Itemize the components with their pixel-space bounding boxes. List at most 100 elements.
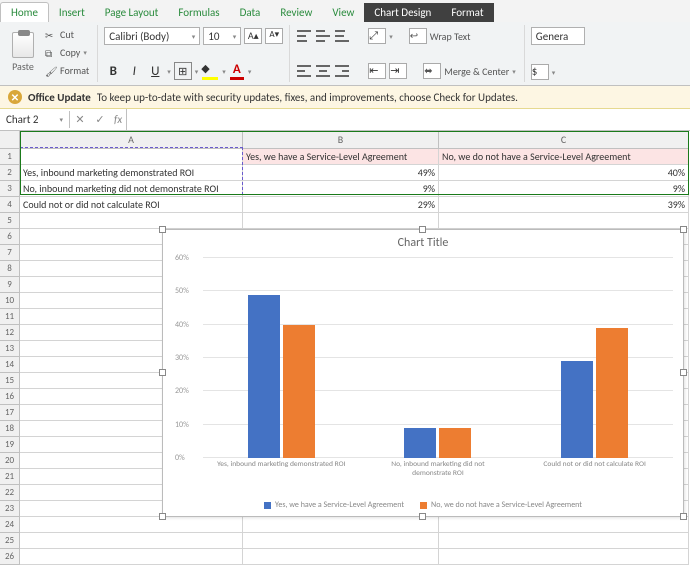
row-header-7[interactable]: 7 — [0, 245, 20, 261]
tab-view[interactable]: View — [322, 3, 364, 22]
chart-title[interactable]: Chart Title — [163, 230, 683, 254]
bar[interactable] — [439, 428, 471, 458]
align-bottom-button[interactable] — [334, 29, 350, 43]
tab-page-layout[interactable]: Page Layout — [95, 3, 169, 22]
wrap-text-button[interactable]: ↩Wrap Text — [407, 27, 473, 45]
resize-handle-nw[interactable] — [159, 226, 166, 233]
confirm-formula-button[interactable]: ✓ — [90, 113, 110, 126]
col-header-b[interactable]: B — [243, 131, 439, 149]
row-header-25[interactable]: 25 — [0, 533, 20, 549]
tab-chart-design[interactable]: Chart Design — [364, 3, 441, 22]
close-notice-button[interactable]: ✕ — [8, 90, 22, 104]
tab-data[interactable]: Data — [230, 3, 271, 22]
fill-color-button[interactable]: ◆ — [201, 62, 219, 80]
align-middle-button[interactable] — [315, 29, 331, 43]
paste-button[interactable]: Paste — [6, 32, 40, 73]
row-header-8[interactable]: 8 — [0, 261, 20, 277]
bold-button[interactable]: B — [104, 64, 122, 79]
row-header-21[interactable]: 21 — [0, 469, 20, 485]
row-header-15[interactable]: 15 — [0, 373, 20, 389]
resize-handle-e[interactable] — [680, 369, 687, 376]
font-name-select[interactable]: Calibri (Body)▾ — [104, 27, 200, 45]
cell[interactable]: 9% — [439, 181, 689, 197]
format-painter-button[interactable]: 🖌Format — [43, 63, 91, 78]
resize-handle-s[interactable] — [419, 513, 426, 520]
row-header-23[interactable]: 23 — [0, 501, 20, 517]
row-header-24[interactable]: 24 — [0, 517, 20, 533]
row-header-2[interactable]: 2 — [0, 165, 20, 181]
row-header-19[interactable]: 19 — [0, 437, 20, 453]
row-header-14[interactable]: 14 — [0, 357, 20, 373]
bar[interactable] — [596, 328, 628, 458]
bar[interactable] — [561, 361, 593, 458]
cancel-formula-button[interactable]: ✕ — [70, 113, 90, 126]
cell[interactable]: Could not or did not calculate ROI — [20, 197, 243, 213]
bar[interactable] — [404, 428, 436, 458]
cell[interactable] — [20, 213, 243, 229]
bar[interactable] — [248, 295, 280, 458]
decrease-indent-button[interactable]: ⇤ — [368, 63, 386, 79]
cell[interactable] — [20, 533, 243, 549]
row-header-18[interactable]: 18 — [0, 421, 20, 437]
name-box[interactable]: Chart 2▾ — [0, 111, 70, 128]
cell[interactable]: No, inbound marketing did not demonstrat… — [20, 181, 243, 197]
cell[interactable] — [439, 213, 689, 229]
row-header-10[interactable]: 10 — [0, 293, 20, 309]
cell[interactable]: 40% — [439, 165, 689, 181]
resize-handle-sw[interactable] — [159, 513, 166, 520]
tab-format[interactable]: Format — [441, 3, 493, 22]
row-header-3[interactable]: 3 — [0, 181, 20, 197]
cell[interactable]: No, we do not have a Service-Level Agree… — [439, 149, 689, 165]
decrease-font-button[interactable]: A▾ — [265, 28, 283, 44]
col-header-a[interactable]: A — [20, 131, 243, 149]
row-header-26[interactable]: 26 — [0, 549, 20, 565]
cell[interactable] — [243, 533, 439, 549]
resize-handle-ne[interactable] — [680, 226, 687, 233]
col-header-c[interactable]: C — [439, 131, 689, 149]
increase-indent-button[interactable]: ⇥ — [389, 63, 407, 79]
italic-button[interactable]: I — [125, 64, 143, 79]
resize-handle-se[interactable] — [680, 513, 687, 520]
row-header-16[interactable]: 16 — [0, 389, 20, 405]
formula-bar[interactable] — [126, 109, 690, 130]
resize-handle-n[interactable] — [419, 226, 426, 233]
row-header-9[interactable]: 9 — [0, 277, 20, 293]
cell[interactable] — [20, 549, 243, 565]
cell[interactable]: 39% — [439, 197, 689, 213]
cell[interactable] — [243, 549, 439, 565]
border-button[interactable]: ⊞ — [174, 62, 192, 80]
font-color-button[interactable]: A — [229, 62, 245, 80]
align-left-button[interactable] — [296, 64, 312, 78]
row-header-1[interactable]: 1 — [0, 149, 20, 165]
cell[interactable] — [439, 517, 689, 533]
row-header-5[interactable]: 5 — [0, 213, 20, 229]
cut-button[interactable]: ✂Cut — [43, 27, 91, 42]
tab-formulas[interactable]: Formulas — [168, 3, 229, 22]
increase-font-button[interactable]: A▴ — [244, 28, 262, 44]
align-top-button[interactable] — [296, 29, 312, 43]
row-header-12[interactable]: 12 — [0, 325, 20, 341]
cell[interactable]: 49% — [243, 165, 439, 181]
align-center-button[interactable] — [315, 64, 331, 78]
select-all-corner[interactable] — [0, 131, 20, 149]
cell[interactable]: Yes, we have a Service-Level Agreement — [243, 149, 439, 165]
cell[interactable] — [243, 213, 439, 229]
row-header-6[interactable]: 6 — [0, 229, 20, 245]
orientation-button[interactable]: ⤢ — [368, 28, 386, 44]
tab-insert[interactable]: Insert — [49, 3, 95, 22]
align-right-button[interactable] — [334, 64, 350, 78]
row-header-13[interactable]: 13 — [0, 341, 20, 357]
row-header-17[interactable]: 17 — [0, 405, 20, 421]
cell[interactable] — [20, 517, 243, 533]
bar[interactable] — [283, 325, 315, 458]
cell[interactable] — [439, 533, 689, 549]
tab-home[interactable]: Home — [0, 2, 49, 22]
row-header-4[interactable]: 4 — [0, 197, 20, 213]
currency-button[interactable]: $ — [531, 64, 549, 80]
cell[interactable] — [439, 549, 689, 565]
font-size-select[interactable]: 10▾ — [203, 27, 241, 45]
tab-review[interactable]: Review — [270, 3, 322, 22]
row-header-20[interactable]: 20 — [0, 453, 20, 469]
number-format-select[interactable]: Genera — [531, 27, 585, 45]
cell[interactable] — [243, 517, 439, 533]
